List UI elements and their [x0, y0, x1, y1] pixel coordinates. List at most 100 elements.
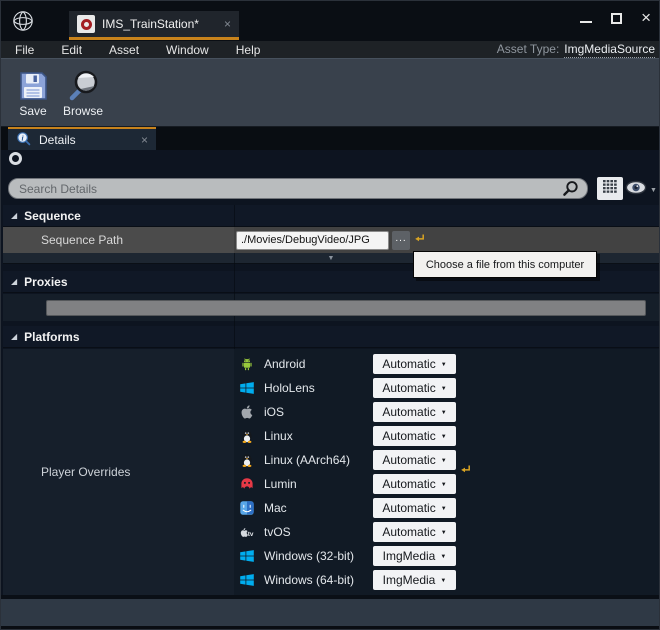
platforms-section-title: Platforms: [24, 330, 79, 344]
tooltip: Choose a file from this computer: [413, 251, 597, 278]
chevron-down-icon: ▼: [441, 362, 447, 368]
view-options-dropdown[interactable]: ▼: [625, 180, 657, 200]
player-dropdown-value: Automatic: [382, 501, 435, 515]
menu-file[interactable]: File: [15, 43, 34, 57]
chevron-down-icon: ▼: [440, 554, 446, 560]
details-tab-close-icon[interactable]: ×: [141, 134, 148, 146]
chevron-down-icon: ▼: [441, 482, 447, 488]
svg-text:tv: tv: [248, 531, 254, 538]
platform-label: Windows (32-bit): [264, 549, 354, 563]
tvos-icon: tv: [239, 524, 255, 540]
player-dropdown[interactable]: Automatic ▼: [373, 354, 456, 374]
imgmediasource-editor-window: IMS_TrainStation* × × File Edit Asset Wi…: [0, 0, 660, 630]
chevron-down-icon: ▼: [650, 187, 657, 194]
asset-type-link[interactable]: ImgMediaSource: [564, 42, 655, 58]
save-button-label: Save: [19, 104, 46, 118]
proxies-empty-bar[interactable]: [46, 300, 646, 316]
asset-type: Asset Type: ImgMediaSource: [497, 42, 655, 58]
platform-label: iOS: [264, 405, 284, 419]
reset-to-default-icon[interactable]: [459, 462, 471, 480]
player-dropdown[interactable]: ImgMedia ▼: [373, 570, 456, 590]
save-button[interactable]: Save: [9, 65, 57, 123]
sequence-section-title: Sequence: [24, 209, 81, 223]
player-dropdown[interactable]: ImgMedia ▼: [373, 546, 456, 566]
platform-row: Lumin Automatic ▼: [234, 472, 659, 496]
player-overrides-label-cell: Player Overrides: [3, 349, 234, 595]
details-tab[interactable]: i Details ×: [8, 127, 156, 150]
windows-icon: [239, 380, 255, 396]
chevron-down-icon: ▼: [441, 530, 447, 536]
player-dropdown-value: Automatic: [382, 453, 435, 467]
chevron-down-icon: ▼: [440, 578, 446, 584]
tab-close-icon[interactable]: ×: [224, 18, 231, 30]
lumin-icon: [239, 476, 255, 492]
player-dropdown[interactable]: Automatic ▼: [373, 402, 456, 422]
platform-label: Linux: [264, 429, 293, 443]
player-dropdown-value: Automatic: [382, 381, 435, 395]
player-dropdown[interactable]: Automatic ▼: [373, 474, 456, 494]
browse-magnifier-icon: [65, 65, 101, 103]
platform-label: Android: [264, 357, 305, 371]
player-dropdown[interactable]: Automatic ▼: [373, 426, 456, 446]
sequence-path-input[interactable]: [236, 231, 389, 250]
player-dropdown-value: Automatic: [382, 477, 435, 491]
unreal-engine-logo-icon: [10, 8, 36, 34]
linux-icon: [239, 452, 255, 468]
platform-label: Linux (AArch64): [264, 453, 350, 467]
android-icon: [239, 356, 255, 372]
window-close-button[interactable]: ×: [641, 11, 651, 25]
toolbar: Save Browse: [1, 58, 660, 127]
player-dropdown[interactable]: Automatic ▼: [373, 498, 456, 518]
details-info-icon: i: [16, 131, 31, 149]
browse-button[interactable]: Browse: [59, 65, 107, 123]
sequence-path-row-value: ...: [234, 227, 659, 253]
save-floppy-icon: [16, 65, 50, 103]
player-overrides-label: Player Overrides: [41, 465, 130, 479]
eye-icon: [625, 180, 647, 200]
expanded-arrow-icon: ◢: [11, 277, 17, 286]
asset-type-label: Asset Type:: [497, 42, 559, 56]
windows-icon: [239, 548, 255, 564]
expanded-arrow-icon: ◢: [11, 211, 17, 220]
bottom-bar: [1, 599, 660, 626]
platform-label: Windows (64-bit): [264, 573, 354, 587]
chevron-down-icon: ▼: [441, 458, 447, 464]
chevron-down-icon: ▼: [328, 255, 335, 262]
player-dropdown-value: Automatic: [382, 405, 435, 419]
minimize-button[interactable]: [580, 21, 592, 23]
platform-label: Mac: [264, 501, 287, 515]
apple-icon: [239, 404, 255, 420]
menu-asset[interactable]: Asset: [109, 43, 139, 57]
file-picker-button[interactable]: ...: [392, 231, 410, 250]
sequence-section-header[interactable]: ◢ Sequence: [3, 205, 659, 227]
asset-editor-tab[interactable]: IMS_TrainStation* ×: [69, 11, 239, 40]
platforms-section-header[interactable]: ◢ Platforms: [3, 326, 659, 348]
maximize-button[interactable]: [611, 13, 622, 24]
platform-label: Lumin: [264, 477, 297, 491]
player-dropdown[interactable]: Automatic ▼: [373, 522, 456, 542]
platform-row: Mac Automatic ▼: [234, 496, 659, 520]
sequence-path-label: Sequence Path: [41, 233, 123, 247]
platform-row: Linux (AArch64) Automatic ▼: [234, 448, 659, 472]
menu-window[interactable]: Window: [166, 43, 209, 57]
mac-icon: [239, 500, 255, 516]
expanded-arrow-icon: ◢: [11, 332, 17, 341]
platform-rows: Android Automatic ▼ HoloLens Automatic ▼…: [234, 349, 659, 595]
player-dropdown[interactable]: Automatic ▼: [373, 450, 456, 470]
platform-row: Android Automatic ▼: [234, 352, 659, 376]
asset-thumbnail-ring-icon: [9, 152, 22, 165]
tooltip-text: Choose a file from this computer: [426, 259, 584, 271]
reset-to-default-icon[interactable]: [413, 231, 425, 249]
platform-row: tv tvOS Automatic ▼: [234, 520, 659, 544]
player-dropdown-value: Automatic: [382, 525, 435, 539]
property-matrix-button[interactable]: [597, 177, 623, 200]
menu-edit[interactable]: Edit: [61, 43, 82, 57]
player-dropdown[interactable]: Automatic ▼: [373, 378, 456, 398]
menu-bar: File Edit Asset Window Help Asset Type: …: [1, 41, 660, 58]
platform-label: tvOS: [264, 525, 291, 539]
window-controls: ×: [580, 9, 651, 27]
platform-row: HoloLens Automatic ▼: [234, 376, 659, 400]
platform-row: iOS Automatic ▼: [234, 400, 659, 424]
search-details-input[interactable]: [8, 178, 588, 199]
menu-help[interactable]: Help: [236, 43, 261, 57]
